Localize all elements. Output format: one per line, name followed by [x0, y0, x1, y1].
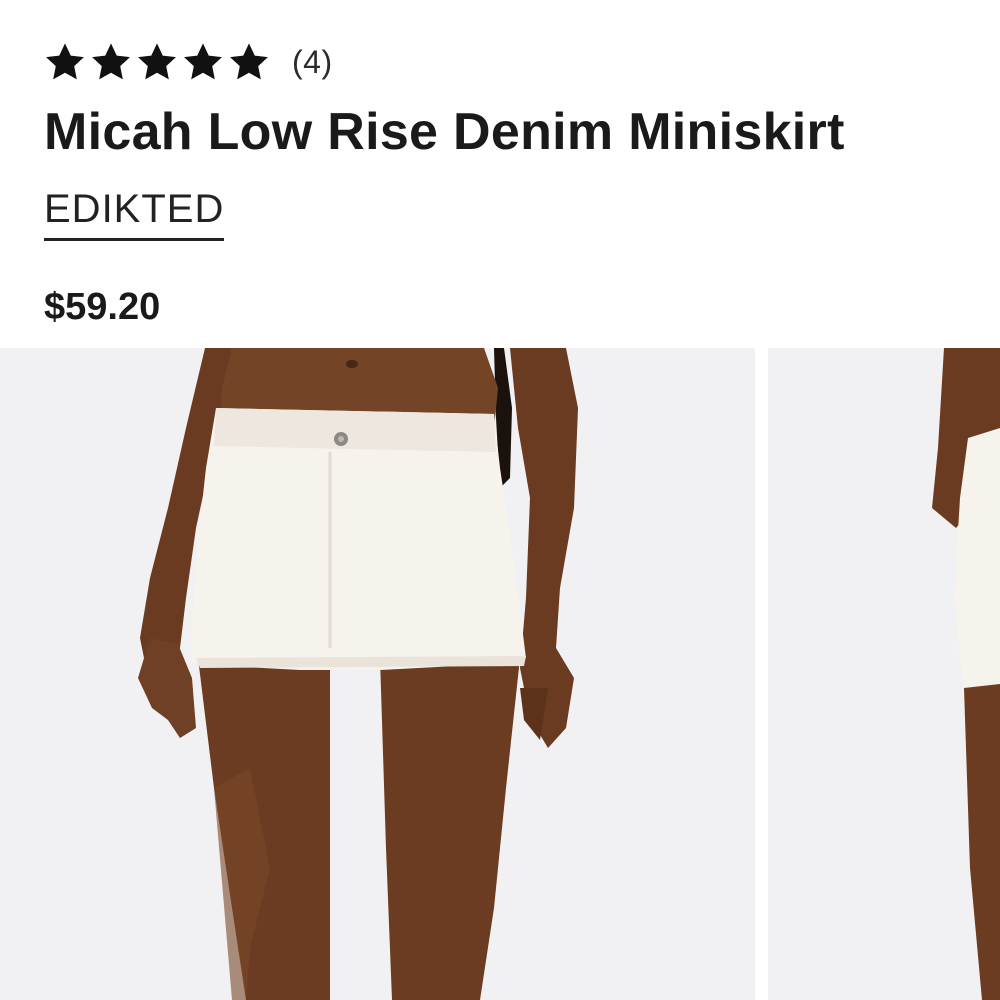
- star-icon: [136, 42, 178, 82]
- product-image-gallery[interactable]: [0, 348, 1000, 1000]
- star-icon: [228, 42, 270, 82]
- product-photo-front-image: [0, 348, 755, 1000]
- product-photo-side-image: [768, 348, 1000, 1000]
- star-icon: [44, 42, 86, 82]
- star-icon: [90, 42, 132, 82]
- product-photo-side[interactable]: [768, 348, 1000, 1000]
- product-price: $59.20: [44, 286, 161, 328]
- product-photo-front[interactable]: [0, 348, 755, 1000]
- rating-row[interactable]: (4): [44, 40, 333, 84]
- star-rating[interactable]: [44, 42, 270, 82]
- star-icon: [182, 42, 224, 82]
- product-title: Micah Low Rise Denim Miniskirt: [44, 103, 845, 161]
- product-header: (4) Micah Low Rise Denim Miniskirt EDIKT…: [0, 0, 1000, 348]
- review-count-link[interactable]: (4): [292, 44, 333, 81]
- brand-link[interactable]: EDIKTED: [44, 186, 225, 241]
